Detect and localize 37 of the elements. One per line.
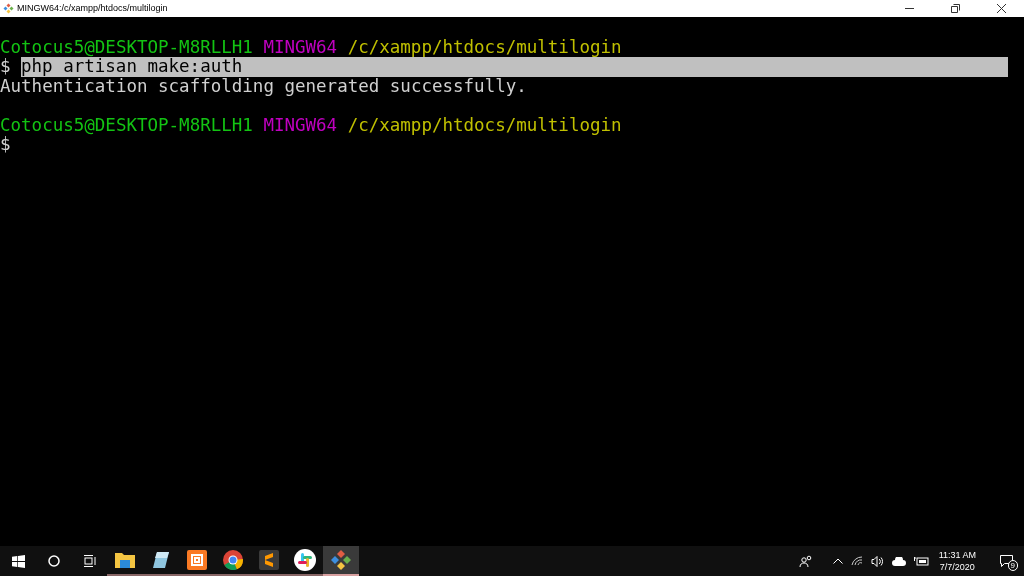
sublime-icon <box>259 550 279 570</box>
people-icon <box>798 555 813 567</box>
window-title: MINGW64:/c/xampp/htdocs/multilogin <box>17 4 168 13</box>
cloud-icon <box>891 556 906 566</box>
chrome-icon <box>223 550 243 570</box>
minimize-icon <box>904 8 914 9</box>
message-icon <box>999 555 1013 567</box>
slack-icon <box>294 549 316 571</box>
command-text: php artisan make:auth <box>21 57 1009 77</box>
prompt-symbol: $ <box>0 135 11 155</box>
notepad-icon <box>151 550 171 570</box>
notifications-button[interactable]: 9 <box>992 546 1020 576</box>
notification-count: 9 <box>1007 560 1018 571</box>
prompt-system: MINGW64 <box>263 115 338 135</box>
prompt-user: Cotocus5@DESKTOP-M8RLLH1 <box>0 37 253 57</box>
folder-icon <box>114 550 136 570</box>
git-icon <box>330 549 352 571</box>
task-view-icon <box>82 555 96 567</box>
battery-icon <box>913 556 929 566</box>
windows-icon <box>12 554 25 568</box>
restore-icon <box>950 4 960 13</box>
prompt-path: /c/xampp/htdocs/multilogin <box>347 115 622 135</box>
prompt-path: /c/xampp/htdocs/multilogin <box>347 37 622 57</box>
circle-icon <box>48 555 60 567</box>
chevron-up-icon <box>832 558 843 564</box>
speaker-icon <box>870 555 884 567</box>
taskbar-app[interactable] <box>323 546 359 576</box>
wifi-icon <box>850 556 863 566</box>
prompt-symbol: $ <box>0 57 11 77</box>
close-icon <box>996 4 1006 13</box>
clock-time: 11:31 AM <box>938 549 976 561</box>
prompt-system: MINGW64 <box>263 37 338 57</box>
prompt-user: Cotocus5@DESKTOP-M8RLLH1 <box>0 115 253 135</box>
git-icon <box>3 3 14 14</box>
xampp-icon <box>187 550 207 570</box>
output-text: Authentication scaffolding generated successfully. <box>0 76 527 96</box>
clock-date: 7/7/2020 <box>939 561 975 573</box>
